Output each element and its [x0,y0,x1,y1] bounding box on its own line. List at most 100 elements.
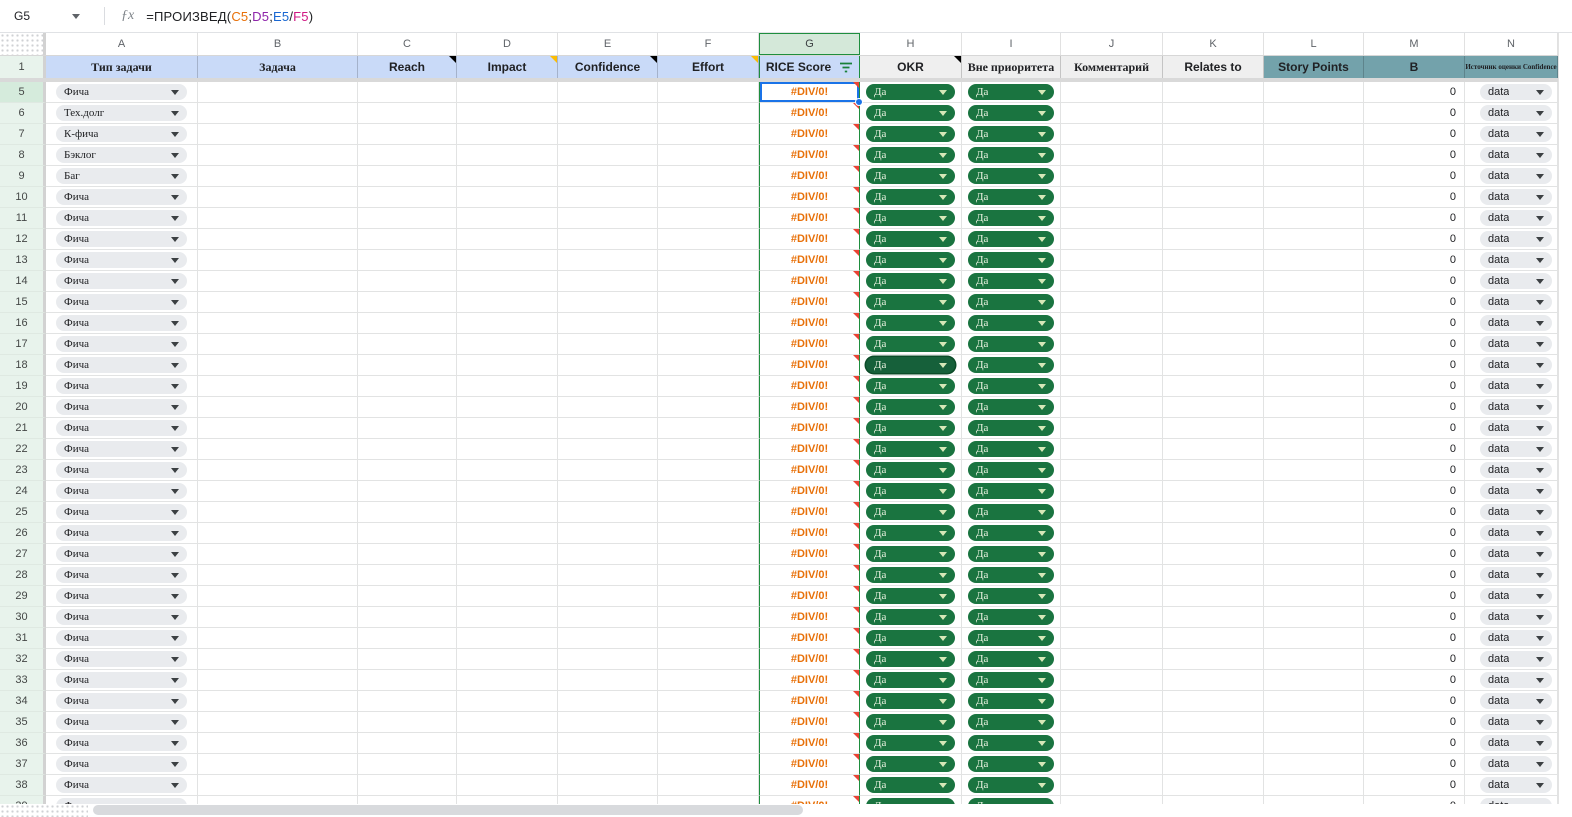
cell-impact[interactable] [457,355,558,376]
cell-story-points[interactable] [1264,418,1364,439]
cell-okr[interactable]: Да [860,712,962,733]
cell-out-of-priority[interactable]: Да [962,670,1061,691]
cell-source[interactable]: data [1465,313,1558,334]
cell-b[interactable]: 0 [1364,670,1465,691]
okr-dropdown[interactable]: Да [866,462,955,478]
cell-source[interactable]: data [1465,376,1558,397]
formula-input[interactable]: =ПРОИЗВЕД(C5;D5;E5/F5) [146,9,313,24]
cell-reach[interactable] [358,754,457,775]
column-letter-B[interactable]: B [198,33,358,55]
cell-out-of-priority[interactable]: Да [962,250,1061,271]
okr-dropdown[interactable]: Да [866,420,955,436]
source-dropdown[interactable]: data [1480,567,1552,583]
cell-impact[interactable] [457,544,558,565]
source-dropdown[interactable]: data [1480,735,1552,751]
cell-task-type[interactable]: Фича [46,418,198,439]
header-cell-l[interactable]: Story Points [1264,56,1364,78]
source-dropdown[interactable]: data [1480,252,1552,268]
cell-comment[interactable] [1061,754,1163,775]
cell-okr[interactable]: Да [860,166,962,187]
source-dropdown[interactable]: data [1480,672,1552,688]
cell-reach[interactable] [358,313,457,334]
out-of-priority-dropdown[interactable]: Да [968,672,1054,688]
cell-b[interactable]: 0 [1364,586,1465,607]
out-of-priority-dropdown[interactable]: Да [968,777,1054,793]
cell-b[interactable]: 0 [1364,187,1465,208]
okr-dropdown[interactable]: Да [866,483,955,499]
cell-confidence[interactable] [558,733,658,754]
cell-task-type[interactable]: Фича [46,334,198,355]
cell-impact[interactable] [457,376,558,397]
cell-task-type[interactable]: Фича [46,292,198,313]
cell-effort[interactable] [658,712,759,733]
cell-confidence[interactable] [558,271,658,292]
row-number[interactable]: 30 [0,607,46,628]
cell-source[interactable]: data [1465,523,1558,544]
cell-b[interactable]: 0 [1364,229,1465,250]
cell-rice-score[interactable]: #DIV/0! [759,712,860,733]
cell-rice-score[interactable]: #DIV/0! [759,208,860,229]
source-dropdown[interactable]: data [1480,210,1552,226]
cell-relates-to[interactable] [1163,187,1264,208]
cell-rice-score[interactable]: #DIV/0! [759,418,860,439]
cell-impact[interactable] [457,775,558,796]
source-dropdown[interactable]: data [1480,399,1552,415]
cell-out-of-priority[interactable]: Да [962,145,1061,166]
cell-b[interactable]: 0 [1364,607,1465,628]
cell-comment[interactable] [1061,670,1163,691]
cell-story-points[interactable] [1264,565,1364,586]
cell-confidence[interactable] [558,544,658,565]
out-of-priority-dropdown[interactable]: Да [968,693,1054,709]
task-type-dropdown[interactable]: Фича [56,441,187,457]
okr-dropdown[interactable]: Да [866,609,955,625]
cell-story-points[interactable] [1264,544,1364,565]
cell-relates-to[interactable] [1163,565,1264,586]
cell-comment[interactable] [1061,439,1163,460]
cell-task-type[interactable]: Фича [46,565,198,586]
task-type-dropdown[interactable]: Фича [56,84,187,100]
cell-relates-to[interactable] [1163,418,1264,439]
source-dropdown[interactable]: data [1480,168,1552,184]
row-number[interactable]: 38 [0,775,46,796]
okr-dropdown[interactable]: Да [866,357,955,373]
cell-okr[interactable]: Да [860,607,962,628]
out-of-priority-dropdown[interactable]: Да [968,420,1054,436]
cell-confidence[interactable] [558,607,658,628]
cell-rice-score[interactable]: #DIV/0! [759,82,863,106]
cell-out-of-priority[interactable]: Да [962,124,1061,145]
cell-out-of-priority[interactable]: Да [962,733,1061,754]
header-cell-h[interactable]: OKR [860,56,962,78]
cell-task[interactable] [198,124,358,145]
cell-relates-to[interactable] [1163,397,1264,418]
cell-impact[interactable] [457,712,558,733]
out-of-priority-dropdown[interactable]: Да [968,483,1054,499]
cell-okr[interactable]: Да [860,334,962,355]
okr-dropdown[interactable]: Да [866,588,955,604]
okr-dropdown[interactable]: Да [866,504,955,520]
cell-out-of-priority[interactable]: Да [962,607,1061,628]
row-number[interactable]: 17 [0,334,46,355]
cell-impact[interactable] [457,334,558,355]
cell-effort[interactable] [658,691,759,712]
cell-relates-to[interactable] [1163,103,1264,124]
cell-relates-to[interactable] [1163,628,1264,649]
cell-rice-score[interactable]: #DIV/0! [759,775,860,796]
cell-okr[interactable]: Да [860,460,962,481]
cell-effort[interactable] [658,607,759,628]
cell-story-points[interactable] [1264,124,1364,145]
cell-source[interactable]: data [1465,649,1558,670]
cell-effort[interactable] [658,313,759,334]
cell-impact[interactable] [457,481,558,502]
task-type-dropdown[interactable]: Фича [56,714,187,730]
cell-effort[interactable] [658,250,759,271]
cell-rice-score[interactable]: #DIV/0! [759,628,860,649]
okr-dropdown[interactable]: Да [866,252,955,268]
source-dropdown[interactable]: data [1480,609,1552,625]
cell-confidence[interactable] [558,649,658,670]
cell-okr[interactable]: Да [860,670,962,691]
cell-reach[interactable] [358,208,457,229]
cell-task-type[interactable]: Фича [46,586,198,607]
cell-okr[interactable]: Да [860,649,962,670]
cell-task[interactable] [198,544,358,565]
cell-okr[interactable]: Да [860,418,962,439]
